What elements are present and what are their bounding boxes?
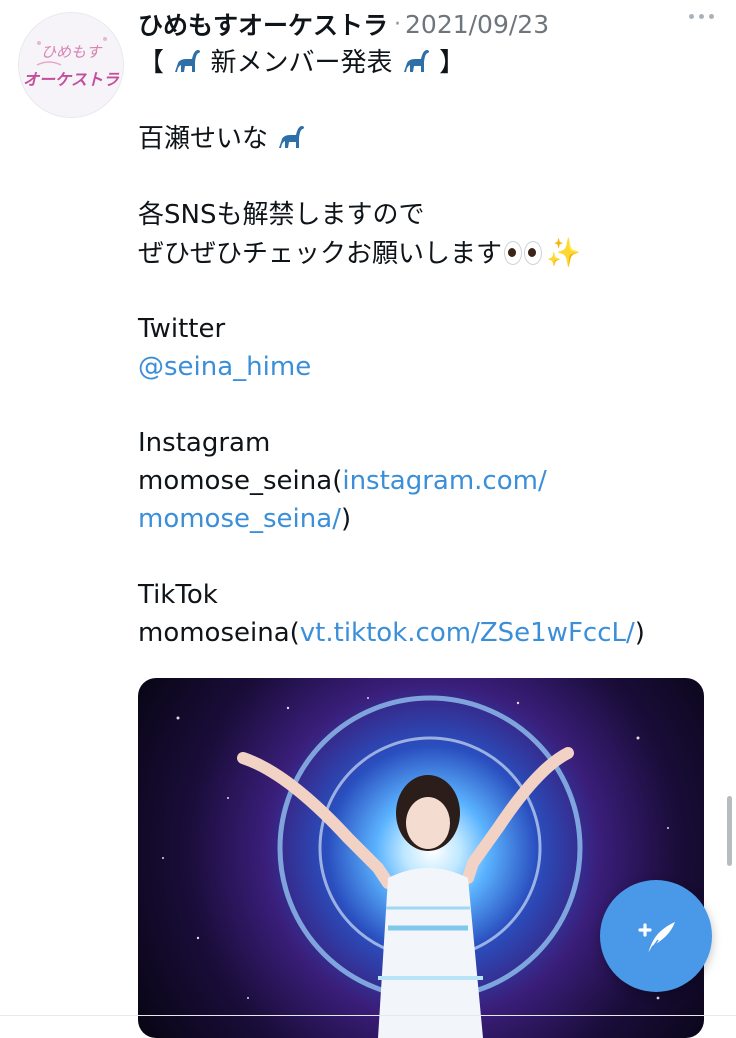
more-dot <box>699 14 704 19</box>
compose-tweet-button[interactable] <box>600 880 712 992</box>
tweet-photo[interactable] <box>138 678 704 1038</box>
more-dot <box>709 14 714 19</box>
divider <box>0 1015 736 1016</box>
sns-line-1: 各SNSも解禁しますので <box>138 200 425 230</box>
bracket-open: 【 <box>138 48 165 78</box>
instagram-link[interactable]: instagram.com/ <box>342 466 546 496</box>
sns-line-2: ぜひぜひチェックお願いします ✨ <box>138 234 723 272</box>
tiktok-line: momoseina(vt.tiktok.com/ZSe1wFccL/) <box>138 614 723 652</box>
sauropod-icon <box>279 126 305 148</box>
author-name[interactable]: ひめもすオーケストラ <box>138 6 388 42</box>
instagram-label: Instagram <box>138 428 271 458</box>
twitter-handle-link[interactable]: @seina_hime <box>138 348 723 386</box>
tweet-text: 【 新メンバー発表 】 百瀬せいな 各SNSも解禁しますので ぜひぜひチェックお… <box>138 44 723 652</box>
tiktok-link[interactable]: vt.tiktok.com/ZSe1wFccL/ <box>300 618 635 648</box>
paren-close: ) <box>340 504 352 534</box>
tweet-header: ひめもすオーケストラ · 2021/09/23 <box>138 6 696 42</box>
sparkles-icon: ✨ <box>546 236 581 269</box>
instagram-user: momose_seina( <box>138 466 343 496</box>
paren-close: ) <box>634 618 645 648</box>
eye-right <box>524 241 543 265</box>
title-text: 新メンバー発表 <box>210 48 393 78</box>
instagram-link-cont[interactable]: momose_seina/ <box>138 504 341 534</box>
tweet-date[interactable]: 2021/09/23 <box>405 10 549 39</box>
member-name-line: 百瀬せいな <box>138 120 723 158</box>
instagram-line: momose_seina(instagram.com/ <box>138 462 723 500</box>
scrollbar[interactable] <box>727 796 732 866</box>
twitter-label: Twitter <box>138 314 226 344</box>
separator: · <box>394 11 402 37</box>
member-name: 百瀬せいな <box>138 124 269 154</box>
announcement-title: 【 新メンバー発表 】 <box>138 44 723 82</box>
svg-text:オーケストラ: オーケストラ <box>23 70 120 89</box>
tiktok-user: momoseina( <box>138 618 300 648</box>
photo-illustration <box>162 695 669 1038</box>
tiktok-label: TikTok <box>138 580 218 610</box>
sauropod-icon <box>403 50 429 72</box>
avatar-logo: ひめもす オーケストラ <box>19 13 123 117</box>
eye-left <box>504 241 523 265</box>
eyes-icon <box>504 241 543 265</box>
compose-feather-icon <box>638 922 675 955</box>
more-options-icon[interactable] <box>689 14 714 19</box>
sns-line-2-text: ぜひぜひチェックお願いします <box>138 239 503 269</box>
svg-text:ひめもす: ひめもす <box>41 43 103 61</box>
more-dot <box>689 14 694 19</box>
bracket-close: 】 <box>439 48 466 78</box>
avatar[interactable]: ひめもす オーケストラ <box>18 12 124 118</box>
instagram-line-2: momose_seina/) <box>138 500 723 538</box>
sauropod-icon <box>175 50 201 72</box>
